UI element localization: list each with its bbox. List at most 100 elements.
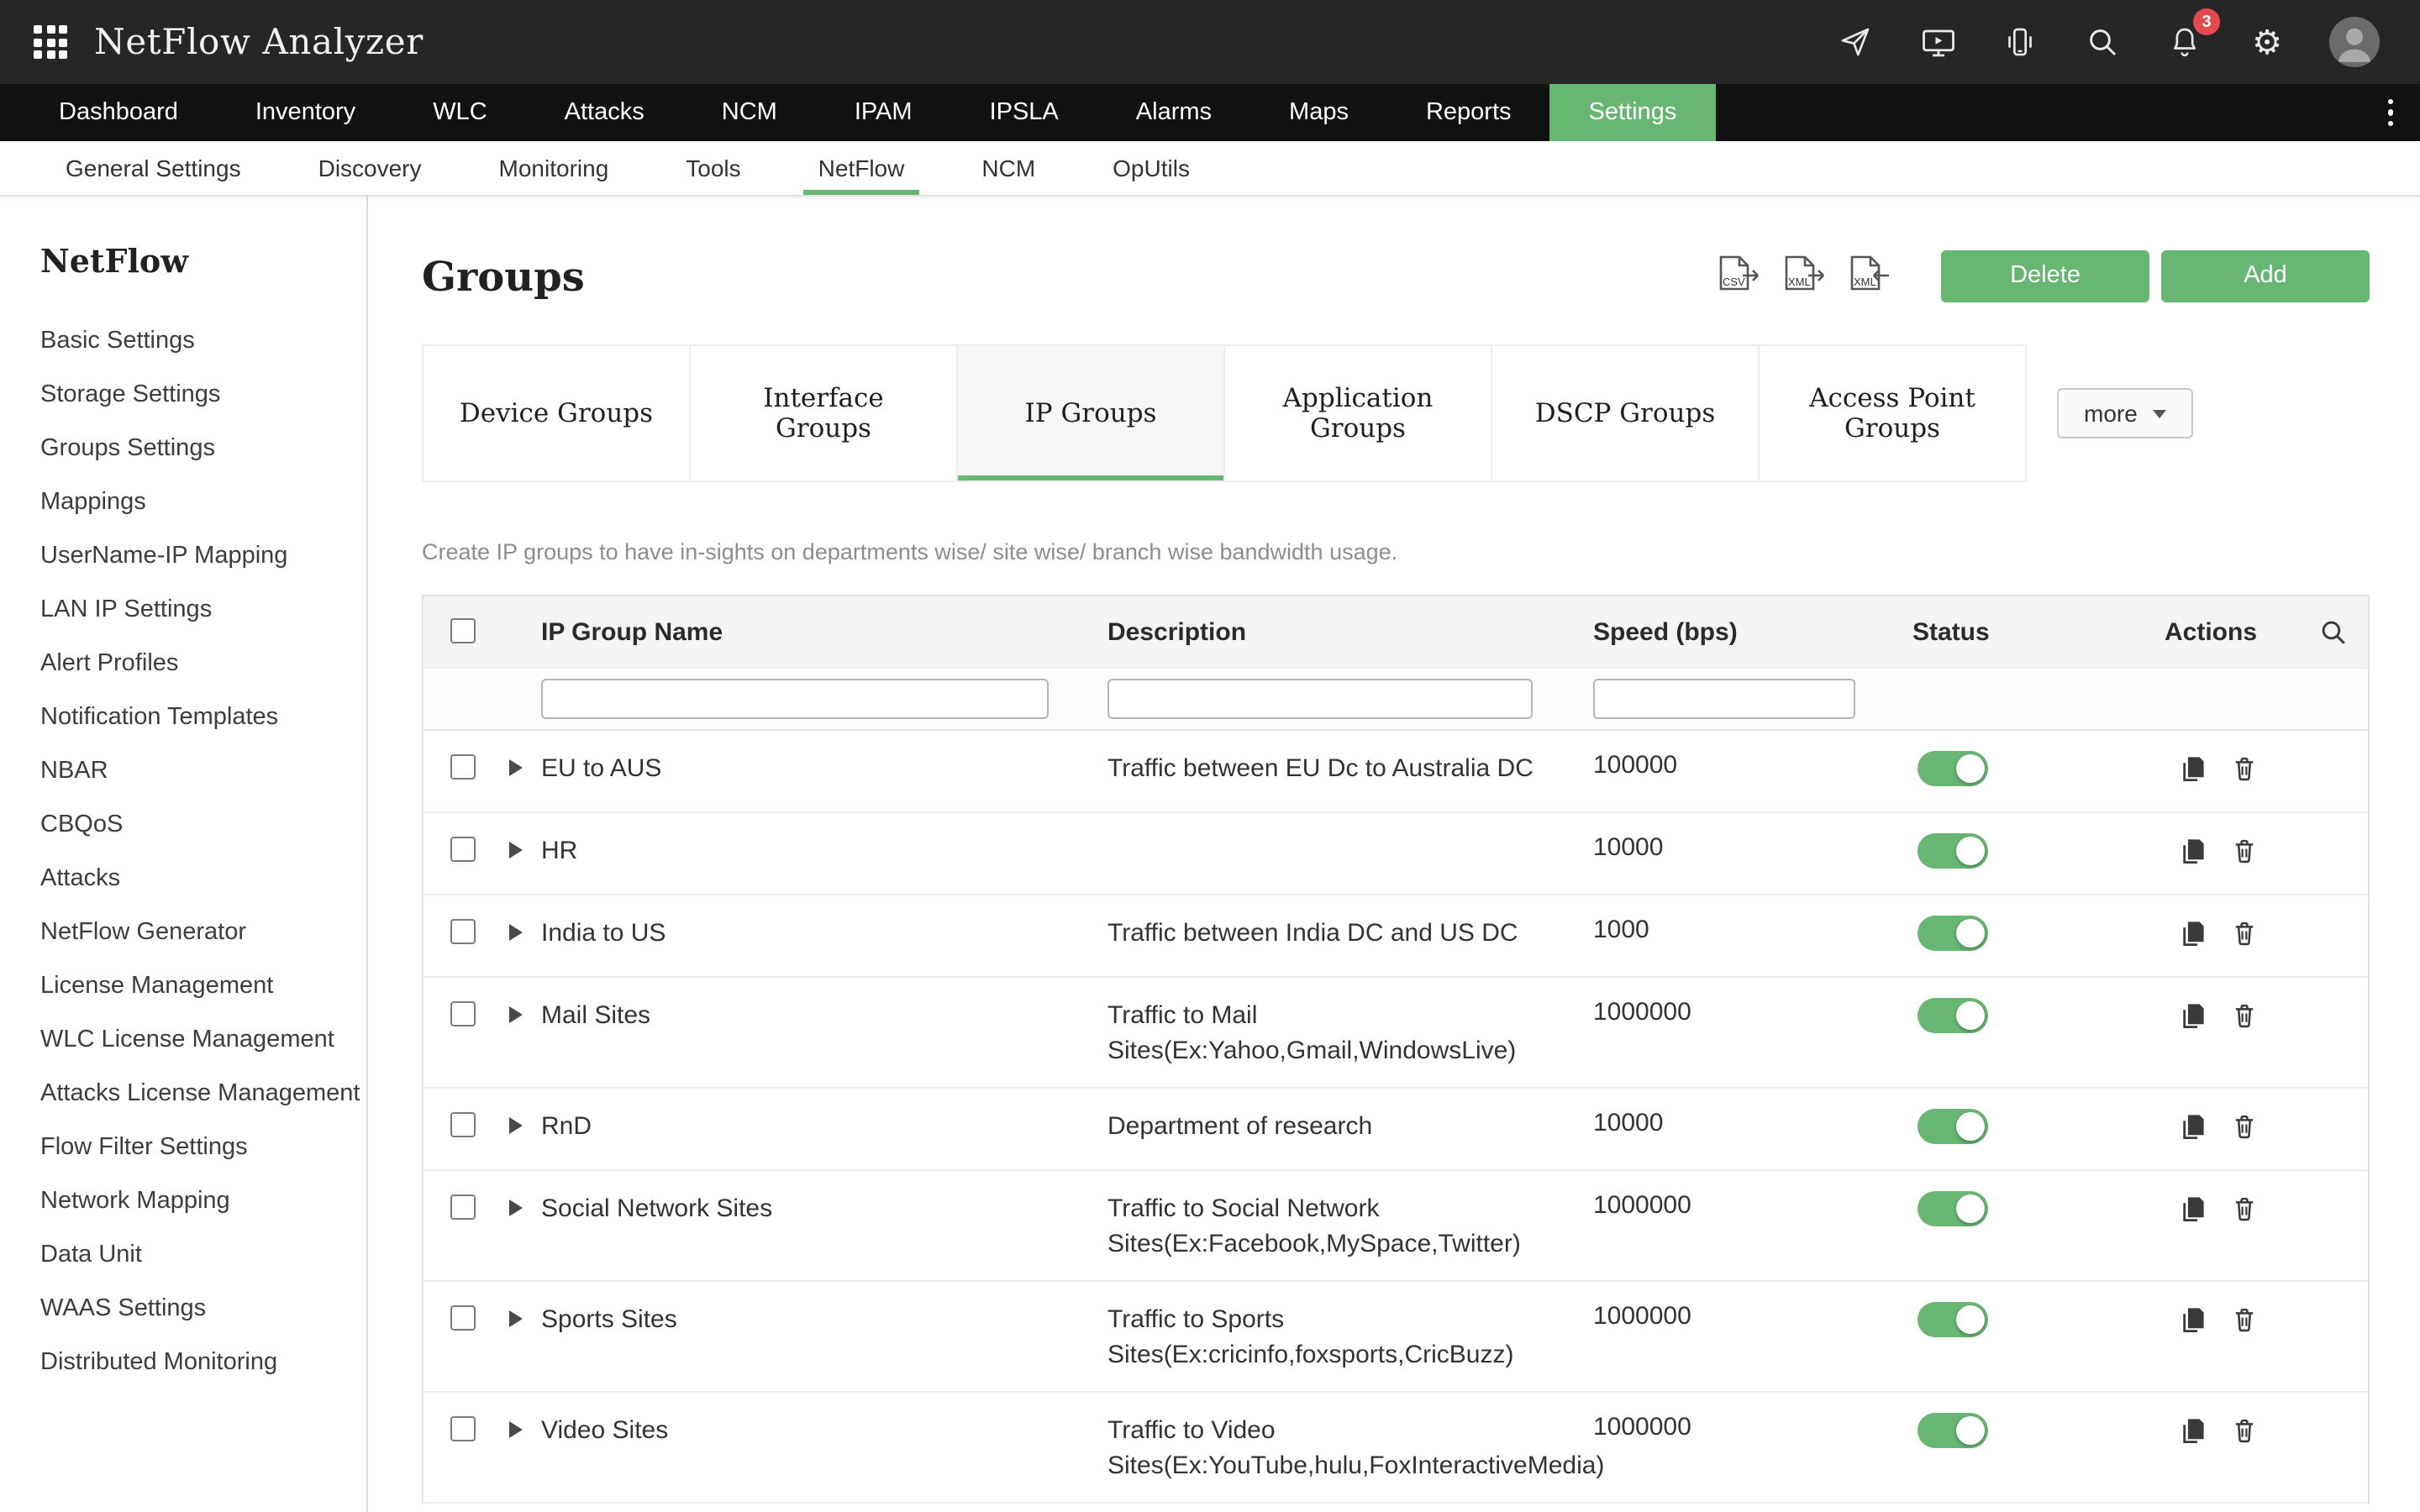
trash-icon[interactable] xyxy=(2230,1001,2259,1030)
trash-icon[interactable] xyxy=(2230,754,2259,783)
nav-item-ipsla[interactable]: IPSLA xyxy=(951,84,1097,141)
copy-icon[interactable] xyxy=(2178,919,2207,948)
row-checkbox[interactable] xyxy=(450,754,476,780)
search-icon[interactable] xyxy=(2082,22,2123,62)
sidebar-item-alert-profiles[interactable]: Alert Profiles xyxy=(40,637,350,690)
subnav-item-netflow[interactable]: NetFlow xyxy=(780,141,944,195)
mobile-alert-icon[interactable] xyxy=(2000,22,2040,62)
subnav-item-oputils[interactable]: OpUtils xyxy=(1074,141,1228,195)
sidebar-item-lan-ip-settings[interactable]: LAN IP Settings xyxy=(40,583,350,637)
nav-item-wlc[interactable]: WLC xyxy=(394,84,525,141)
expand-arrow-icon[interactable] xyxy=(509,842,523,858)
status-toggle[interactable] xyxy=(1918,1413,1988,1448)
sidebar-item-flow-filter-settings[interactable]: Flow Filter Settings xyxy=(40,1121,350,1174)
add-button[interactable]: Add xyxy=(2161,249,2370,302)
subnav-item-tools[interactable]: Tools xyxy=(647,141,779,195)
sidebar-item-license-management[interactable]: License Management xyxy=(40,959,350,1013)
expand-arrow-icon[interactable] xyxy=(509,924,523,941)
tab-device-groups[interactable]: Device Groups xyxy=(422,344,691,482)
expand-arrow-icon[interactable] xyxy=(509,1421,523,1438)
nav-item-ipam[interactable]: IPAM xyxy=(816,84,951,141)
row-checkbox[interactable] xyxy=(450,1112,476,1137)
copy-icon[interactable] xyxy=(2178,1194,2207,1223)
expand-arrow-icon[interactable] xyxy=(509,759,523,776)
sidebar-item-username-ip-mapping[interactable]: UserName-IP Mapping xyxy=(40,529,350,583)
import-xml-icon[interactable]: XML xyxy=(1845,254,1896,297)
trash-icon[interactable] xyxy=(2230,1416,2259,1445)
apps-grid-icon[interactable] xyxy=(34,25,67,59)
trash-icon[interactable] xyxy=(2230,919,2259,948)
sidebar-item-attacks-license-management[interactable]: Attacks License Management xyxy=(40,1067,350,1121)
sidebar-item-netflow-generator[interactable]: NetFlow Generator xyxy=(40,906,350,959)
user-avatar[interactable] xyxy=(2329,17,2380,67)
sidebar-item-distributed-monitoring[interactable]: Distributed Monitoring xyxy=(40,1336,350,1389)
nav-item-inventory[interactable]: Inventory xyxy=(217,84,394,141)
copy-icon[interactable] xyxy=(2178,1001,2207,1030)
filter-ip-group-name-input[interactable] xyxy=(541,679,1049,719)
presentation-icon[interactable] xyxy=(1918,22,1958,62)
table-search-icon[interactable] xyxy=(2299,617,2368,646)
sidebar-item-cbqos[interactable]: CBQoS xyxy=(40,798,350,852)
nav-item-settings[interactable]: Settings xyxy=(1550,84,1716,141)
subnav-item-ncm[interactable]: NCM xyxy=(943,141,1074,195)
trash-icon[interactable] xyxy=(2230,1112,2259,1141)
nav-item-ncm[interactable]: NCM xyxy=(683,84,816,141)
launch-icon[interactable] xyxy=(1835,22,1876,62)
status-toggle[interactable] xyxy=(1918,1302,1988,1337)
filter-speed-input[interactable] xyxy=(1593,679,1855,719)
row-checkbox[interactable] xyxy=(450,1305,476,1331)
sidebar-item-storage-settings[interactable]: Storage Settings xyxy=(40,368,350,422)
tab-access-point-groups[interactable]: Access Point Groups xyxy=(1758,344,2027,482)
export-xml-icon[interactable]: XML xyxy=(1780,254,1830,297)
status-toggle[interactable] xyxy=(1918,1109,1988,1144)
subnav-item-general-settings[interactable]: General Settings xyxy=(27,141,280,195)
copy-icon[interactable] xyxy=(2178,1305,2207,1334)
trash-icon[interactable] xyxy=(2230,837,2259,865)
sidebar-item-waas-settings[interactable]: WAAS Settings xyxy=(40,1282,350,1336)
sidebar-item-mappings[interactable]: Mappings xyxy=(40,475,350,529)
trash-icon[interactable] xyxy=(2230,1194,2259,1223)
row-checkbox[interactable] xyxy=(450,1416,476,1441)
tab-dscp-groups[interactable]: DSCP Groups xyxy=(1491,344,1760,482)
copy-icon[interactable] xyxy=(2178,1416,2207,1445)
sidebar-item-network-mapping[interactable]: Network Mapping xyxy=(40,1174,350,1228)
row-checkbox[interactable] xyxy=(450,837,476,862)
subnav-item-discovery[interactable]: Discovery xyxy=(280,141,460,195)
tab-ip-groups[interactable]: IP Groups xyxy=(956,344,1225,482)
row-checkbox[interactable] xyxy=(450,919,476,944)
status-toggle[interactable] xyxy=(1918,916,1988,951)
nav-item-dashboard[interactable]: Dashboard xyxy=(20,84,217,141)
expand-arrow-icon[interactable] xyxy=(509,1117,523,1134)
status-toggle[interactable] xyxy=(1918,833,1988,869)
tab-interface-groups[interactable]: Interface Groups xyxy=(689,344,958,482)
status-toggle[interactable] xyxy=(1918,998,1988,1033)
nav-item-reports[interactable]: Reports xyxy=(1387,84,1550,141)
more-tabs-button[interactable]: more xyxy=(2057,388,2193,438)
delete-button[interactable]: Delete xyxy=(1941,249,2149,302)
row-checkbox[interactable] xyxy=(450,1001,476,1026)
settings-gear-icon[interactable]: ⚙ xyxy=(2247,22,2287,62)
expand-arrow-icon[interactable] xyxy=(509,1006,523,1023)
expand-arrow-icon[interactable] xyxy=(509,1310,523,1327)
sidebar-item-data-unit[interactable]: Data Unit xyxy=(40,1228,350,1282)
tab-application-groups[interactable]: Application Groups xyxy=(1223,344,1492,482)
sidebar-item-attacks[interactable]: Attacks xyxy=(40,852,350,906)
copy-icon[interactable] xyxy=(2178,754,2207,783)
notifications-bell-icon[interactable]: 3 xyxy=(2165,22,2205,62)
status-toggle[interactable] xyxy=(1918,751,1988,786)
copy-icon[interactable] xyxy=(2178,837,2207,865)
sidebar-item-basic-settings[interactable]: Basic Settings xyxy=(40,314,350,368)
filter-description-input[interactable] xyxy=(1107,679,1533,719)
status-toggle[interactable] xyxy=(1918,1191,1988,1226)
sidebar-item-notification-templates[interactable]: Notification Templates xyxy=(40,690,350,744)
select-all-checkbox[interactable] xyxy=(450,617,476,643)
row-checkbox[interactable] xyxy=(450,1194,476,1220)
nav-item-attacks[interactable]: Attacks xyxy=(526,84,683,141)
nav-overflow-icon[interactable] xyxy=(2387,84,2393,141)
sidebar-item-groups-settings[interactable]: Groups Settings xyxy=(40,422,350,475)
expand-arrow-icon[interactable] xyxy=(509,1200,523,1216)
trash-icon[interactable] xyxy=(2230,1305,2259,1334)
nav-item-maps[interactable]: Maps xyxy=(1250,84,1387,141)
sidebar-item-nbar[interactable]: NBAR xyxy=(40,744,350,798)
nav-item-alarms[interactable]: Alarms xyxy=(1097,84,1250,141)
